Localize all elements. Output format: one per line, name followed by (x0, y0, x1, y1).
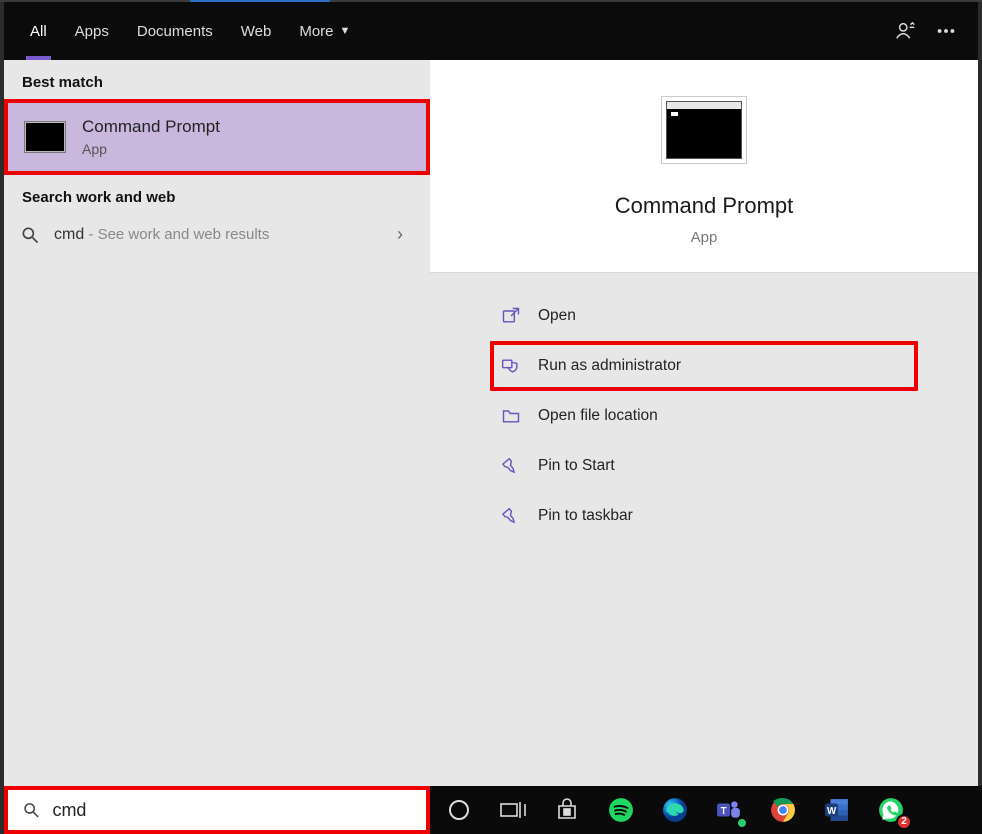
folder-icon (500, 405, 522, 427)
web-result-hint: - See work and web results (84, 226, 269, 243)
web-result-query: cmd (54, 226, 84, 243)
search-box[interactable] (8, 790, 426, 830)
taskbar-microsoft-store[interactable] (550, 793, 584, 827)
action-pin-start-label: Pin to Start (538, 457, 615, 475)
open-icon (500, 305, 522, 327)
best-match-result[interactable]: Command Prompt App (8, 103, 426, 171)
action-open-label: Open (538, 307, 576, 325)
results-column: Best match Command Prompt App Search wor… (4, 60, 430, 786)
action-open[interactable]: Open (490, 291, 918, 341)
taskbar-whatsapp[interactable]: 2 (874, 793, 908, 827)
more-options-icon[interactable] (926, 11, 966, 51)
taskbar-spotify[interactable] (604, 793, 638, 827)
preview-column: Command Prompt App Open Run as administr… (430, 60, 978, 786)
svg-text:T: T (721, 806, 727, 817)
best-match-subtitle: App (82, 137, 220, 157)
taskbar-edge[interactable] (658, 793, 692, 827)
preview-actions: Open Run as administrator Open file loca… (430, 273, 978, 559)
pin-icon (500, 455, 522, 477)
search-work-web-heading: Search work and web (4, 175, 430, 214)
tab-web[interactable]: Web (227, 13, 286, 50)
header-tabs: All Apps Documents Web More ▼ (4, 2, 978, 60)
search-box-highlight (4, 786, 430, 834)
command-prompt-icon (24, 121, 66, 153)
best-match-heading: Best match (4, 60, 430, 99)
tab-more-label: More (299, 23, 333, 40)
search-icon (20, 225, 40, 245)
preview-thumbnail (661, 96, 747, 164)
tab-documents[interactable]: Documents (123, 13, 227, 50)
action-pin-to-start[interactable]: Pin to Start (490, 441, 918, 491)
preview-header: Command Prompt App (430, 60, 978, 273)
taskbar-teams[interactable]: T (712, 793, 746, 827)
action-pin-to-taskbar[interactable]: Pin to taskbar (490, 491, 918, 541)
action-run-as-administrator[interactable]: Run as administrator (490, 341, 918, 391)
action-run-admin-label: Run as administrator (538, 357, 681, 375)
shield-icon (500, 355, 522, 377)
chevron-down-icon: ▼ (340, 25, 351, 37)
taskbar-cortana[interactable] (442, 793, 476, 827)
preview-title: Command Prompt (440, 193, 968, 219)
windows-search-panel: All Apps Documents Web More ▼ Best match (0, 0, 982, 834)
taskbar-task-view[interactable] (496, 793, 530, 827)
search-icon (22, 800, 40, 820)
taskbar-chrome[interactable] (766, 793, 800, 827)
svg-text:W: W (827, 806, 837, 817)
taskbar-word[interactable]: W (820, 793, 854, 827)
web-result-cmd[interactable]: cmd - See work and web results › (4, 214, 430, 255)
best-match-highlight: Command Prompt App (4, 99, 430, 175)
action-open-file-location[interactable]: Open file location (490, 391, 918, 441)
preview-subtitle: App (440, 229, 968, 246)
notification-badge: 2 (896, 814, 912, 830)
action-open-location-label: Open file location (538, 407, 658, 425)
status-available-icon (736, 817, 748, 829)
chevron-right-icon: › (386, 224, 414, 245)
search-input[interactable] (52, 800, 412, 821)
feedback-icon[interactable] (886, 11, 926, 51)
tab-more[interactable]: More ▼ (285, 13, 364, 50)
action-pin-taskbar-label: Pin to taskbar (538, 507, 633, 525)
taskbar: T W 2 (430, 786, 982, 834)
pin-icon (500, 505, 522, 527)
tab-apps[interactable]: Apps (61, 13, 123, 50)
best-match-title: Command Prompt (82, 117, 220, 137)
tab-all[interactable]: All (16, 13, 61, 50)
